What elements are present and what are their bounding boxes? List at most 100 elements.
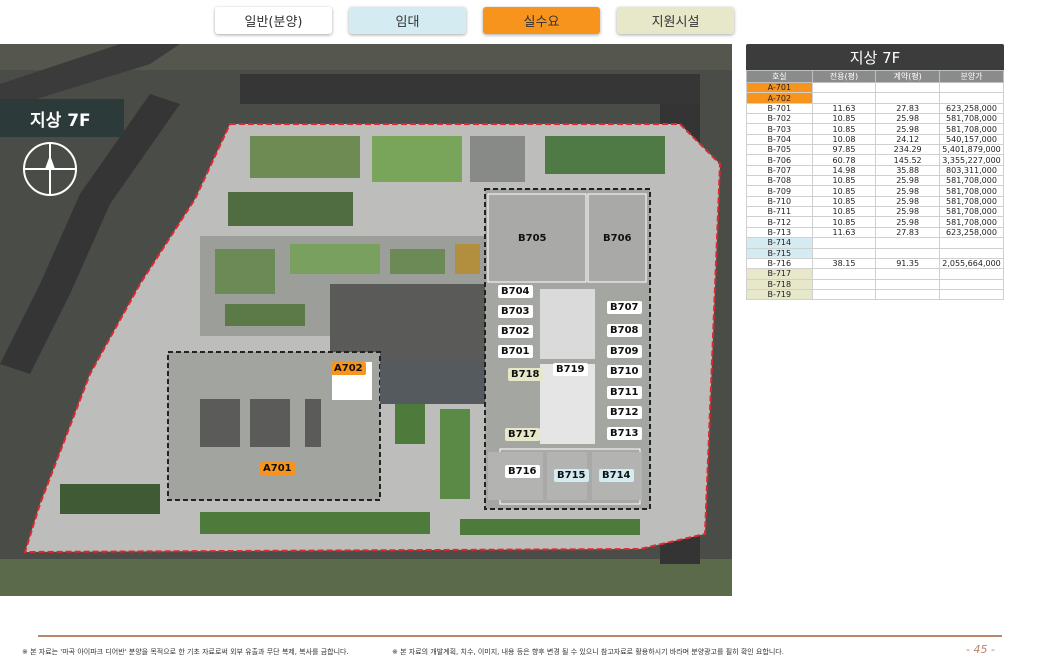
header-exclusive-area: 전용(평) (811, 70, 877, 83)
cell-exclusive: 60.78 (811, 154, 877, 166)
unit-label-b701: B701 (498, 345, 533, 358)
unit-label-b702: B702 (498, 325, 533, 338)
cell-price (939, 92, 1004, 104)
header-contract-area: 계약(평) (875, 70, 941, 83)
cell-price: 581,708,000 (939, 195, 1004, 208)
table-row: B-710 10.85 25.98 581,708,000 (746, 195, 1004, 208)
legend-general-sale: 일반(분양) (215, 7, 332, 34)
legend-actual-demand: 실수요 (483, 7, 600, 34)
table-row: B-705 97.85 234.29 5,401,879,000 (746, 144, 1004, 156)
unit-label-b718: B718 (508, 368, 543, 381)
cell-unit: B-710 (746, 195, 813, 208)
cell-unit: B-712 (746, 216, 813, 228)
cell-contract: 25.98 (875, 185, 941, 197)
header-sale-price: 분양가 (939, 70, 1004, 83)
cell-unit: B-703 (746, 123, 813, 135)
table-row: B-701 11.63 27.83 623,258,000 (746, 102, 1004, 115)
cell-exclusive: 10.85 (811, 185, 877, 197)
unit-label-b715: B715 (554, 469, 589, 482)
cell-contract: 35.88 (875, 164, 941, 177)
legend-support-facility: 지원시설 (617, 7, 734, 34)
unit-label-b705: B705 (518, 233, 547, 244)
table-header-row: 호실 전용(평) 계약(평) 분양가 (746, 70, 1004, 83)
cell-price (939, 268, 1004, 280)
cell-price: 623,258,000 (939, 102, 1004, 115)
unit-label-a702: A702 (331, 362, 366, 375)
unit-label-b716: B716 (505, 465, 540, 478)
units-table: 호실 전용(평) 계약(평) 분양가 A-701 A-702 B-701 11.63 2… (746, 70, 1004, 301)
cell-unit: B-706 (746, 154, 813, 166)
table-row: A-701 (746, 81, 1004, 94)
cell-unit: B-719 (746, 288, 813, 301)
cell-unit: B-707 (746, 164, 813, 177)
unit-label-b713: B713 (607, 427, 642, 440)
unit-label-b709: B709 (607, 345, 642, 358)
cell-price: 5,401,879,000 (939, 144, 1004, 156)
cell-exclusive: 10.85 (811, 113, 877, 125)
cell-unit: B-704 (746, 133, 813, 146)
cell-exclusive (811, 278, 877, 290)
cell-exclusive (811, 237, 877, 249)
cell-price: 803,311,000 (939, 164, 1004, 177)
cell-unit: B-713 (746, 226, 813, 239)
cell-exclusive: 10.85 (811, 195, 877, 208)
unit-label-b704: B704 (498, 285, 533, 298)
legend: 일반(분양) 임대 실수요 지원시설 (215, 7, 734, 34)
cell-unit: B-717 (746, 268, 813, 280)
cell-exclusive (811, 81, 877, 94)
floor-badge: 지상 7F (0, 99, 124, 137)
cell-contract (875, 268, 941, 280)
table-row: B-702 10.85 25.98 581,708,000 (746, 113, 1004, 125)
cell-price: 540,157,000 (939, 133, 1004, 146)
header-unit: 호실 (746, 70, 813, 83)
cell-price (939, 247, 1004, 259)
table-row: B-714 (746, 237, 1004, 249)
unit-label-b710: B710 (607, 365, 642, 378)
cell-price: 623,258,000 (939, 226, 1004, 239)
cell-exclusive: 10.85 (811, 206, 877, 218)
cell-contract: 25.98 (875, 123, 941, 135)
cell-contract: 145.52 (875, 154, 941, 166)
cell-price: 581,708,000 (939, 175, 1004, 187)
unit-price-table: 지상 7F 호실 전용(평) 계약(평) 분양가 A-701 A-702 B-701… (746, 44, 1004, 301)
table-row: B-708 10.85 25.98 581,708,000 (746, 175, 1004, 187)
table-row: B-717 (746, 268, 1004, 280)
unit-label-a701: A701 (260, 462, 295, 475)
table-row: B-706 60.78 145.52 3,355,227,000 (746, 154, 1004, 166)
unit-label-b707: B707 (607, 301, 642, 314)
cell-exclusive (811, 247, 877, 259)
cell-price: 2,055,664,000 (939, 257, 1004, 270)
footer-note-right: ※ 본 자료의 개발계획, 치수, 이미지, 내용 등은 향후 변경 될 수 있… (392, 648, 784, 656)
table-row: B-719 (746, 288, 1004, 301)
cell-exclusive: 11.63 (811, 102, 877, 115)
compass-icon (23, 142, 77, 196)
cell-contract: 25.98 (875, 206, 941, 218)
cell-contract: 27.83 (875, 102, 941, 115)
cell-contract (875, 288, 941, 301)
cell-price (939, 81, 1004, 94)
cell-contract (875, 278, 941, 290)
cell-exclusive (811, 92, 877, 104)
table-row: B-709 10.85 25.98 581,708,000 (746, 185, 1004, 197)
cell-contract: 25.98 (875, 113, 941, 125)
cell-exclusive: 10.85 (811, 175, 877, 187)
cell-contract: 91.35 (875, 257, 941, 270)
cell-price: 581,708,000 (939, 216, 1004, 228)
cell-unit: A-702 (746, 92, 813, 104)
cell-contract: 25.98 (875, 195, 941, 208)
unit-label-b706: B706 (603, 233, 632, 244)
footer-divider (38, 635, 1002, 637)
cell-exclusive (811, 268, 877, 280)
cell-contract (875, 81, 941, 94)
cell-unit: B-718 (746, 278, 813, 290)
table-row: B-703 10.85 25.98 581,708,000 (746, 123, 1004, 135)
table-row: B-715 (746, 247, 1004, 259)
cell-contract: 25.98 (875, 216, 941, 228)
cell-price: 3,355,227,000 (939, 154, 1004, 166)
table-row: B-716 38.15 91.35 2,055,664,000 (746, 257, 1004, 270)
cell-price (939, 237, 1004, 249)
unit-label-b717: B717 (505, 428, 540, 441)
table-row: B-711 10.85 25.98 581,708,000 (746, 206, 1004, 218)
cell-contract: 27.83 (875, 226, 941, 239)
table-row: B-704 10.08 24.12 540,157,000 (746, 133, 1004, 146)
